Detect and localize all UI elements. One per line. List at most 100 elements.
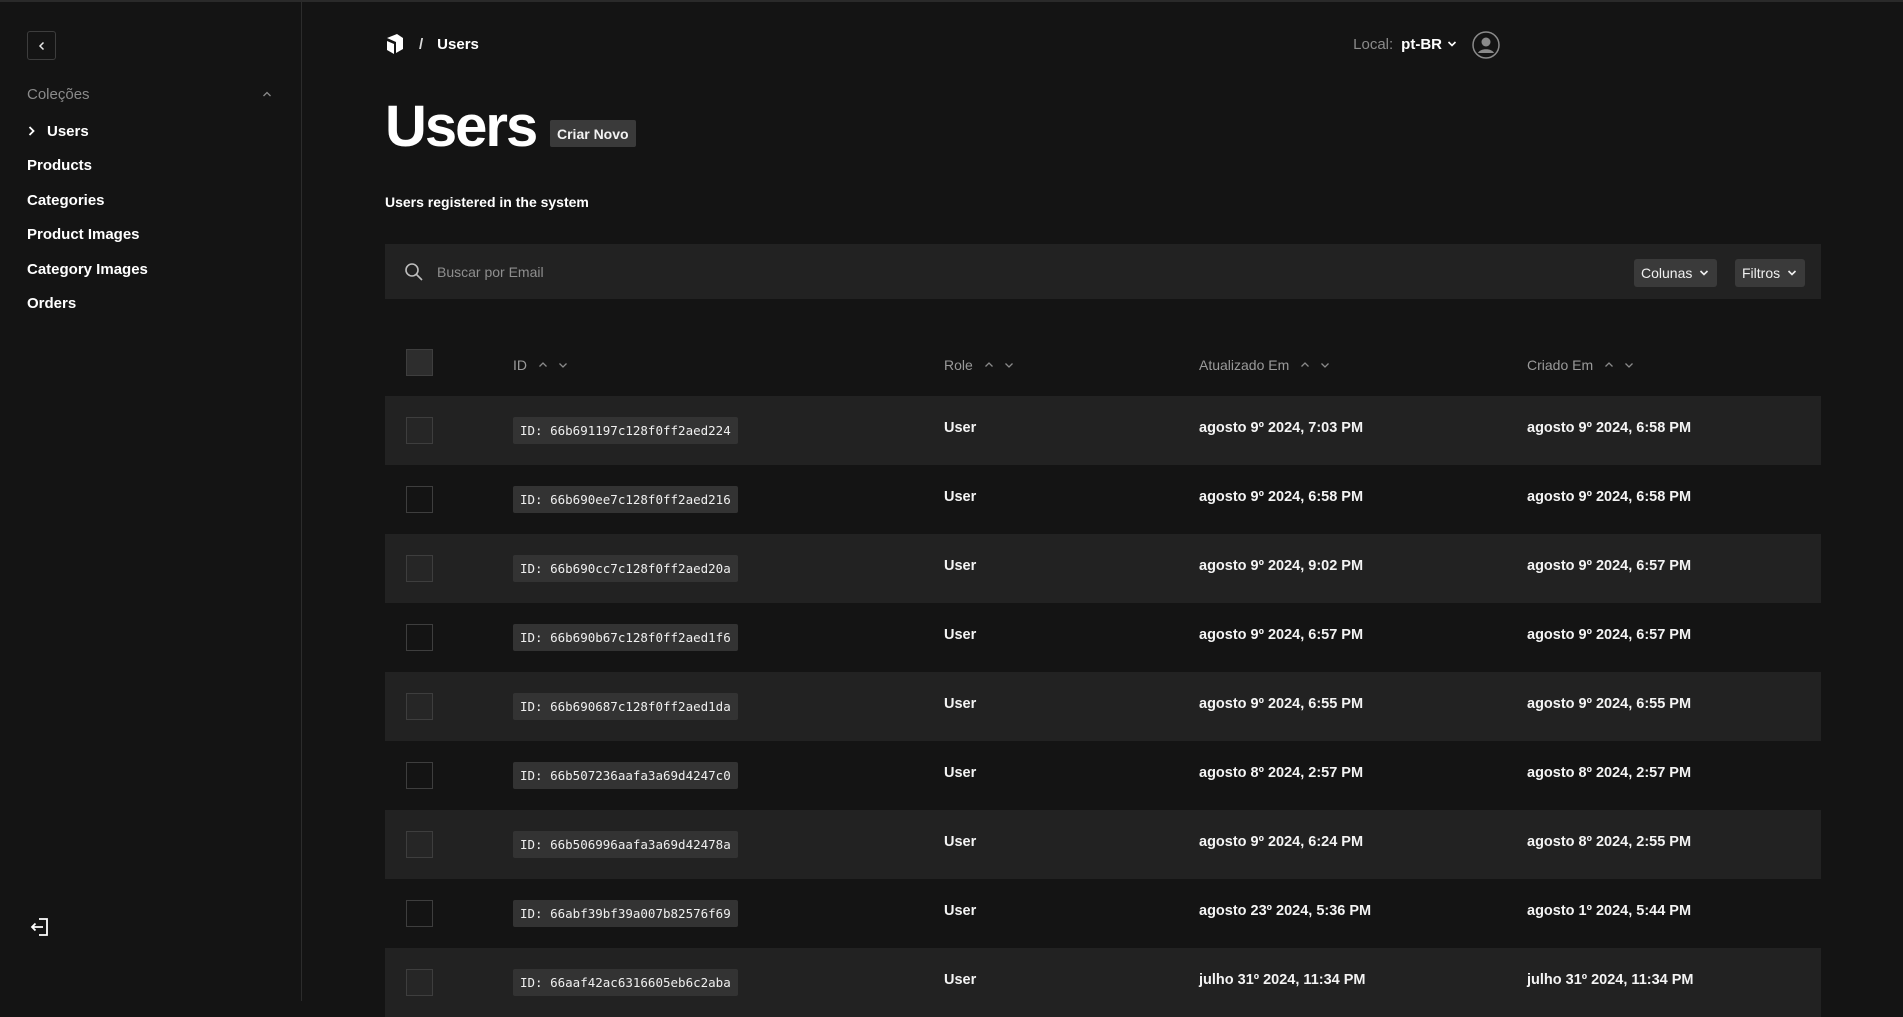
locale-dropdown[interactable]: pt-BR xyxy=(1401,36,1458,53)
role-cell: User xyxy=(944,489,977,505)
updated-at-cell: julho 31º 2024, 11:34 PM xyxy=(1199,972,1366,988)
row-checkbox[interactable] xyxy=(406,555,433,582)
sort-ascending-icon[interactable] xyxy=(1299,359,1311,371)
updated-at-cell: agosto 9º 2024, 7:03 PM xyxy=(1199,420,1364,436)
updated-at-cell: agosto 23º 2024, 5:36 PM xyxy=(1199,903,1372,919)
record-id-link[interactable]: ID: 66b507236aafa3a69d4247c0 xyxy=(513,762,738,789)
column-label: ID xyxy=(513,357,527,373)
record-id-link[interactable]: ID: 66b506996aafa3a69d42478a xyxy=(513,831,738,858)
users-table: ID Role Atualizado Em Criado Em ID: 66b6… xyxy=(385,334,1821,1017)
search-icon xyxy=(404,262,424,282)
locale-value: pt-BR xyxy=(1401,35,1442,53)
updated-at-cell: agosto 9º 2024, 6:24 PM xyxy=(1199,834,1364,850)
chevron-down-icon xyxy=(1788,270,1797,276)
list-controls: Colunas Filtros xyxy=(385,244,1821,299)
updated-at-cell: agosto 9º 2024, 6:57 PM xyxy=(1199,627,1364,643)
breadcrumb: / Users xyxy=(385,32,479,56)
record-id-link[interactable]: ID: 66b691197c128f0ff2aed224 xyxy=(513,417,738,444)
row-checkbox[interactable] xyxy=(406,831,433,858)
logout-icon xyxy=(30,918,48,936)
row-checkbox[interactable] xyxy=(406,417,433,444)
sort-ascending-icon[interactable] xyxy=(537,359,549,371)
updated-at-cell: agosto 9º 2024, 9:02 PM xyxy=(1199,558,1364,574)
role-cell: User xyxy=(944,903,977,919)
sidebar-item-label: Categories xyxy=(27,191,105,209)
sidebar-item-label: Product Images xyxy=(27,226,140,244)
sidebar-item-users[interactable]: Users xyxy=(27,114,273,149)
role-cell: User xyxy=(944,765,977,781)
table-row: ID: 66b690687c128f0ff2aed1da User agosto… xyxy=(385,672,1821,741)
record-id-link[interactable]: ID: 66b690ee7c128f0ff2aed216 xyxy=(513,486,738,513)
search-input[interactable] xyxy=(437,256,1337,287)
sort-ascending-icon[interactable] xyxy=(983,359,995,371)
role-cell: User xyxy=(944,972,977,988)
columns-button[interactable]: Colunas xyxy=(1634,259,1718,287)
role-cell: User xyxy=(944,627,977,643)
create-new-button[interactable]: Criar Novo xyxy=(550,120,636,147)
sidebar-item-products[interactable]: Products xyxy=(27,149,273,184)
collections-toggle[interactable]: Coleções xyxy=(27,84,273,104)
updated-at-cell: agosto 9º 2024, 6:58 PM xyxy=(1199,489,1364,505)
table-row: ID: 66abf39bf39a007b82576f69 User agosto… xyxy=(385,879,1821,948)
sidebar-item-label: Users xyxy=(47,122,89,140)
sidebar-item-label: Products xyxy=(27,157,93,175)
chevron-down-icon xyxy=(1700,270,1709,276)
sort-descending-icon[interactable] xyxy=(1319,359,1331,371)
sidebar-item-label: Category Images xyxy=(27,260,148,278)
record-id-link[interactable]: ID: 66b690687c128f0ff2aed1da xyxy=(513,693,738,720)
filters-button[interactable]: Filtros xyxy=(1735,259,1806,287)
locale-selector: Local: pt-BR xyxy=(1353,32,1458,56)
chevron-right-icon xyxy=(27,125,47,137)
created-at-cell: agosto 9º 2024, 6:58 PM xyxy=(1527,420,1692,436)
column-label: Atualizado Em xyxy=(1199,357,1290,373)
created-at-cell: agosto 8º 2024, 2:55 PM xyxy=(1527,834,1692,850)
row-checkbox[interactable] xyxy=(406,693,433,720)
created-at-cell: agosto 9º 2024, 6:57 PM xyxy=(1527,558,1692,574)
collapse-sidebar-button[interactable] xyxy=(27,31,56,60)
sort-ascending-icon[interactable] xyxy=(1603,359,1615,371)
record-id-link[interactable]: ID: 66b690cc7c128f0ff2aed20a xyxy=(513,555,738,582)
record-id-link[interactable]: ID: 66aaf42ac6316605eb6c2aba xyxy=(513,969,738,996)
main-content: / Users Local: pt-BR Users Criar Novo Us… xyxy=(302,2,1903,1017)
row-checkbox[interactable] xyxy=(406,900,433,927)
sidebar-item-categories[interactable]: Categories xyxy=(27,183,273,218)
sort-descending-icon[interactable] xyxy=(557,359,569,371)
table-row: ID: 66b507236aafa3a69d4247c0 User agosto… xyxy=(385,741,1821,810)
page-description: Users registered in the system xyxy=(385,194,589,210)
user-avatar-icon[interactable] xyxy=(1472,31,1500,59)
row-checkbox[interactable] xyxy=(406,486,433,513)
created-at-cell: agosto 9º 2024, 6:57 PM xyxy=(1527,627,1692,643)
table-row: ID: 66b690cc7c128f0ff2aed20a User agosto… xyxy=(385,534,1821,603)
sidebar: Coleções Users Products Categories Produ… xyxy=(0,2,302,1001)
sidebar-item-label: Orders xyxy=(27,295,77,313)
select-all-checkbox[interactable] xyxy=(406,349,433,376)
role-cell: User xyxy=(944,558,977,574)
breadcrumb-separator: / xyxy=(419,35,424,53)
table-row: ID: 66b690ee7c128f0ff2aed216 User agosto… xyxy=(385,465,1821,534)
chevron-down-icon xyxy=(1447,41,1457,47)
created-at-cell: agosto 9º 2024, 6:55 PM xyxy=(1527,696,1692,712)
column-header-updated: Atualizado Em xyxy=(1199,354,1331,376)
sidebar-nav: Users Products Categories Product Images… xyxy=(27,114,273,321)
sort-descending-icon[interactable] xyxy=(1623,359,1635,371)
role-cell: User xyxy=(944,834,977,850)
created-at-cell: agosto 1º 2024, 5:44 PM xyxy=(1527,903,1692,919)
collections-label: Coleções xyxy=(27,85,90,103)
sidebar-item-orders[interactable]: Orders xyxy=(27,287,273,322)
payload-logo-icon[interactable] xyxy=(385,33,405,55)
table-header: ID Role Atualizado Em Criado Em xyxy=(385,334,1821,396)
record-id-link[interactable]: ID: 66b690b67c128f0ff2aed1f6 xyxy=(513,624,738,651)
record-id-link[interactable]: ID: 66abf39bf39a007b82576f69 xyxy=(513,900,738,927)
sidebar-item-category-images[interactable]: Category Images xyxy=(27,252,273,287)
column-header-id: ID xyxy=(513,354,569,376)
sort-descending-icon[interactable] xyxy=(1003,359,1015,371)
row-checkbox[interactable] xyxy=(406,624,433,651)
table-row: ID: 66b690b67c128f0ff2aed1f6 User agosto… xyxy=(385,603,1821,672)
column-header-role: Role xyxy=(944,354,1015,376)
column-label: Criado Em xyxy=(1527,357,1594,373)
locale-label: Local: xyxy=(1353,35,1394,53)
logout-button[interactable] xyxy=(28,915,52,939)
row-checkbox[interactable] xyxy=(406,969,433,996)
row-checkbox[interactable] xyxy=(406,762,433,789)
sidebar-item-product-images[interactable]: Product Images xyxy=(27,218,273,253)
